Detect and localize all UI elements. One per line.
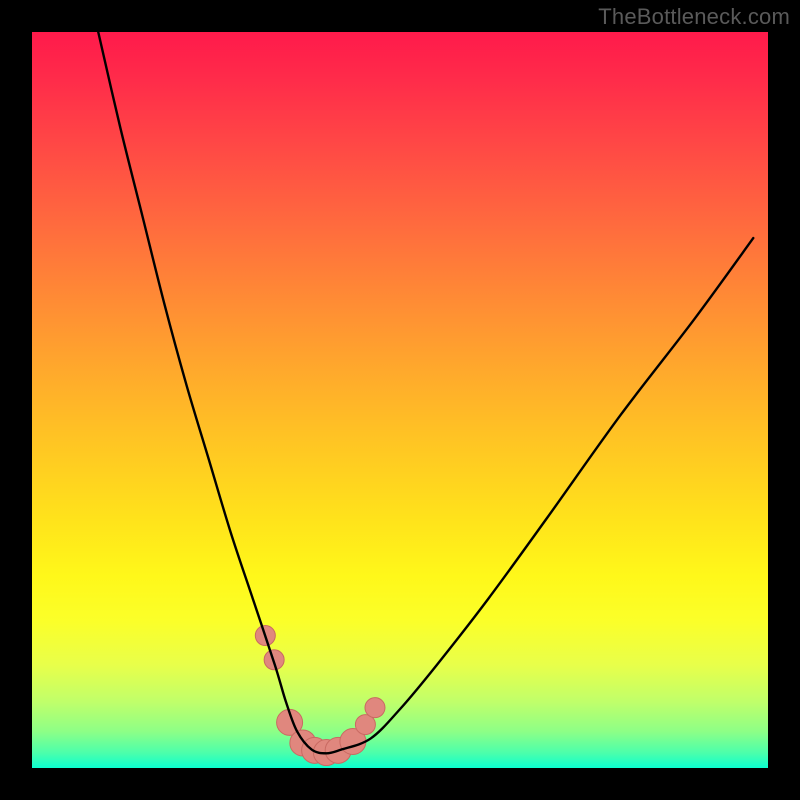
marker-group [255, 626, 385, 766]
curve-layer [32, 32, 768, 768]
chart-stage: TheBottleneck.com [0, 0, 800, 800]
watermark-text: TheBottleneck.com [598, 4, 790, 30]
plot-area [32, 32, 768, 768]
highlight-marker [365, 698, 385, 718]
bottleneck-curve [98, 32, 753, 753]
